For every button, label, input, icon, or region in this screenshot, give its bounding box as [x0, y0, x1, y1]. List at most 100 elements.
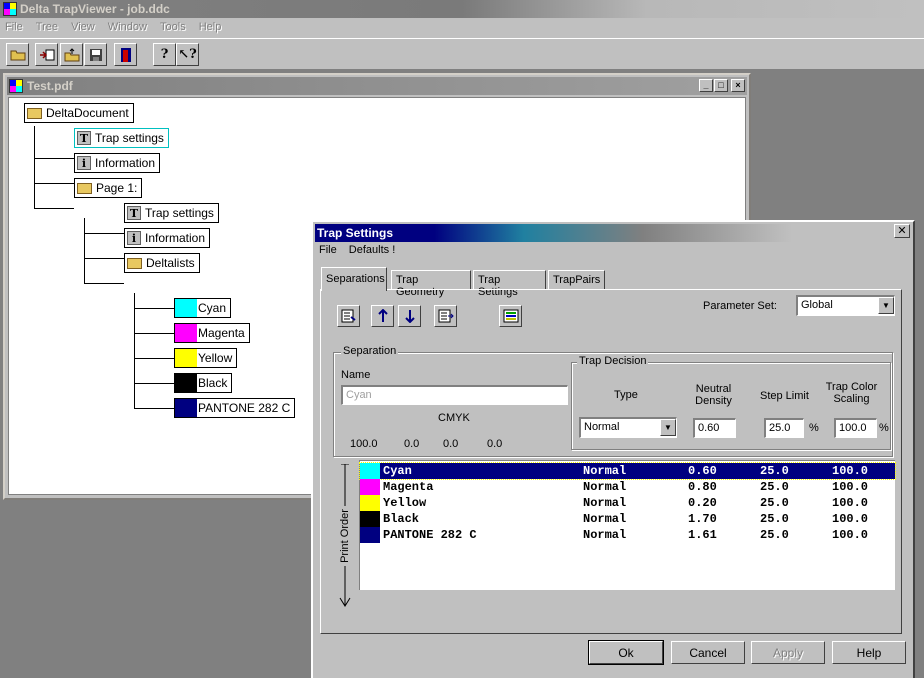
parameter-set-dropdown[interactable]: Global ▼ [796, 295, 895, 316]
menu-view[interactable]: View [66, 18, 100, 36]
close-icon: ✕ [897, 225, 907, 237]
cancel-button[interactable]: Cancel [671, 641, 745, 664]
separation-list-button[interactable] [337, 305, 360, 327]
trap-settings-icon: T [127, 206, 141, 220]
open-folder-icon [10, 50, 25, 61]
tab-label: Separations [326, 273, 385, 285]
info-icon: i [127, 231, 141, 245]
trap-decision-group-label: Trap Decision [577, 355, 649, 367]
trap-color-scaling-field[interactable]: 100.0 [834, 418, 877, 438]
separation-name: PANTONE 282 C [383, 528, 477, 542]
tree-node-label: Information [145, 231, 206, 245]
export-button[interactable] [60, 43, 83, 66]
dialog-menu-defaults[interactable]: Defaults ! [349, 244, 395, 256]
save-button[interactable] [84, 43, 107, 66]
separation-step-limit: 25.0 [760, 480, 789, 494]
menu-help[interactable]: Help [194, 18, 227, 36]
help-label: Help [856, 645, 882, 660]
help-button[interactable]: ? [153, 43, 176, 66]
tab-separations[interactable]: Separations [321, 267, 387, 291]
trap-color-scaling-percent: % [879, 422, 889, 434]
apply-button[interactable]: Apply [751, 641, 825, 664]
tree-node-label: PANTONE 282 C [198, 401, 291, 415]
document-title: Test.pdf [27, 79, 73, 93]
tree-connector [84, 233, 124, 234]
separation-export-button[interactable] [434, 305, 457, 327]
open-folder-button[interactable] [6, 43, 29, 66]
print-order-label: Print Order [339, 506, 351, 566]
minimize-button[interactable]: _ [699, 79, 713, 92]
trap-type-dropdown[interactable]: Normal ▼ [579, 417, 677, 438]
separation-type: Normal [583, 496, 627, 510]
question-mark-icon: ? [160, 47, 169, 62]
menu-tools[interactable]: Tools [155, 18, 191, 36]
dialog-close-button[interactable]: ✕ [894, 224, 910, 238]
separation-neutral-density: 0.80 [688, 480, 717, 494]
tree-connector [134, 358, 174, 359]
trap-settings-icon: T [77, 131, 91, 145]
move-down-button[interactable] [398, 305, 421, 327]
neutral-density-field[interactable]: 0.60 [693, 418, 736, 438]
context-help-button[interactable]: ↖? [176, 43, 199, 66]
tree-node-deltadocument[interactable]: DeltaDocument [24, 103, 134, 123]
help-dialog-button[interactable]: Help [832, 641, 906, 664]
menu-file[interactable]: File [0, 18, 28, 36]
tree-node-page-1[interactable]: Page 1: [74, 178, 143, 198]
separation-trap-color-scaling: 100.0 [832, 480, 869, 494]
cmyk-c-value: 100.0 [350, 438, 378, 450]
tree-connector [34, 208, 74, 209]
tree-node-page-information[interactable]: i Information [124, 228, 211, 248]
tree-node-label: Deltalists [146, 256, 195, 270]
tab-trap-settings[interactable]: Trap Settings [473, 270, 546, 298]
tab-trappairs[interactable]: TrapPairs [548, 270, 605, 290]
separation-row[interactable]: Magenta Normal 0.80 25.0 100.0 [360, 479, 895, 495]
ok-button[interactable]: Ok [588, 640, 664, 665]
separation-type: Normal [583, 528, 627, 542]
separation-name-value: Cyan [346, 389, 372, 401]
tree-node-label: Magenta [198, 326, 245, 340]
tree-node-label: Page 1: [96, 181, 138, 195]
tree-node-deltalists[interactable]: Deltalists [124, 253, 200, 273]
tree-node-separation[interactable]: PANTONE 282 C [174, 398, 296, 418]
close-icon: × [735, 80, 741, 90]
tree-node-separation[interactable]: Black [174, 373, 233, 393]
tree-connector [84, 283, 124, 284]
separations-list[interactable]: Cyan Normal 0.60 25.0 100.0 Magenta Normal 0.80… [359, 460, 896, 590]
separation-row[interactable]: Yellow Normal 0.20 25.0 100.0 [360, 495, 895, 511]
color-table-button[interactable] [499, 305, 522, 327]
trap-color-scaling-value: 100.0 [839, 422, 867, 434]
separation-name: Magenta [383, 480, 434, 494]
arrow-down-icon [404, 310, 415, 323]
parameter-set-value: Global [801, 299, 833, 311]
tree-node-separation[interactable]: Yellow [174, 348, 238, 368]
trap-type-value: Normal [584, 421, 620, 433]
move-up-button[interactable] [371, 305, 394, 327]
tree-node-separation[interactable]: Magenta [174, 323, 250, 343]
step-limit-label: Step Limit [760, 390, 809, 402]
tree-node-trap-settings[interactable]: T Trap settings [74, 128, 169, 148]
dialog-title-bar: Trap Settings [315, 224, 911, 242]
separation-row[interactable]: Cyan Normal 0.60 25.0 100.0 [359, 462, 896, 480]
import-button[interactable] [35, 43, 58, 66]
tree-node-label: Trap settings [95, 131, 164, 145]
tree-connector [134, 333, 174, 334]
dialog-menu-file[interactable]: File [319, 244, 337, 256]
tree-node-information[interactable]: i Information [74, 153, 161, 173]
separation-row[interactable]: Black Normal 1.70 25.0 100.0 [360, 511, 895, 527]
separation-row[interactable]: PANTONE 282 C Normal 1.61 25.0 100.0 [360, 527, 895, 543]
maximize-button[interactable]: □ [714, 79, 728, 92]
apply-label: Apply [772, 645, 804, 660]
menu-window[interactable]: Window [103, 18, 152, 36]
tree-connector [134, 408, 174, 409]
tree-node-page-trap-settings[interactable]: T Trap settings [124, 203, 219, 223]
tree-node-separation[interactable]: Cyan [174, 298, 232, 318]
step-limit-field[interactable]: 25.0 [764, 418, 804, 438]
color-swatch [360, 527, 380, 543]
separation-name-field[interactable]: Cyan [341, 385, 568, 405]
export-icon [64, 47, 79, 61]
tree-node-label: Trap settings [145, 206, 214, 220]
close-button[interactable]: × [731, 79, 745, 92]
exit-button[interactable] [114, 43, 137, 66]
tab-trap-geometry[interactable]: Trap Geometry [391, 270, 471, 298]
menu-tree[interactable]: Tree [31, 18, 63, 36]
